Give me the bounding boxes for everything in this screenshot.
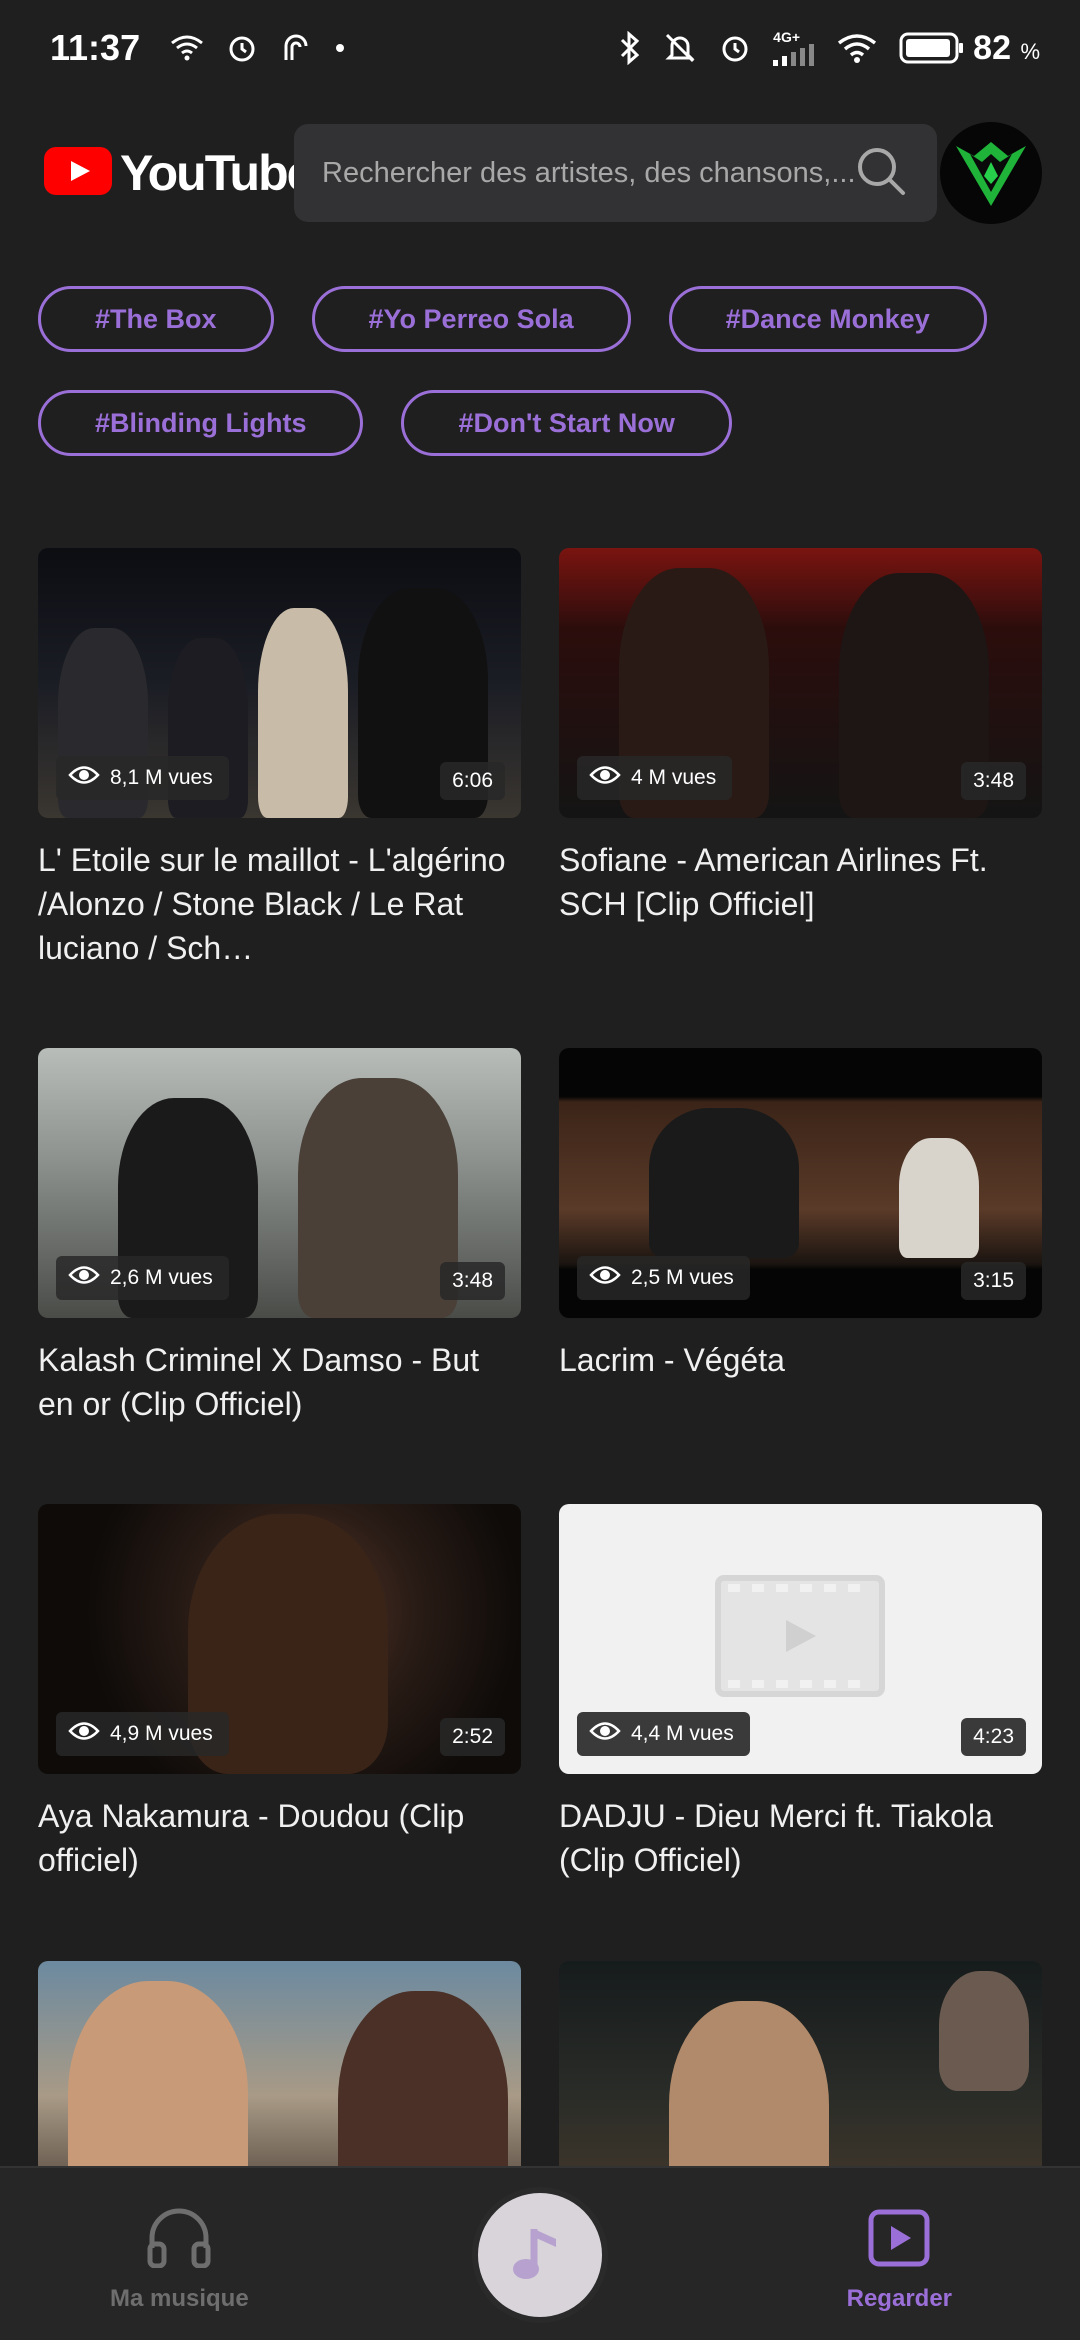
youtube-logo[interactable]: YouTube xyxy=(44,144,314,202)
video-title[interactable]: Sofiane - American Airlines Ft. SCH [Cli… xyxy=(559,838,1042,926)
youtube-wordmark: YouTube xyxy=(120,145,314,201)
avatar-logo-icon xyxy=(956,142,1026,206)
views-badge: 2,6 M vues xyxy=(56,1256,229,1300)
video-title[interactable]: Aya Nakamura - Doudou (Clip officiel) xyxy=(38,1794,521,1882)
network-type: 4G+ xyxy=(773,29,801,45)
views-badge: 2,5 M vues xyxy=(577,1256,750,1300)
views-count: 4,9 M vues xyxy=(110,1722,213,1745)
video-thumbnail[interactable]: 8,1 M vues 6:06 xyxy=(38,548,521,818)
eye-icon xyxy=(589,764,621,792)
nav-watch-label: Regarder xyxy=(846,2285,952,2312)
eye-icon xyxy=(68,1720,100,1748)
video-card[interactable]: 4 M vues 3:48 Sofiane - American Airline… xyxy=(559,548,1042,926)
video-title[interactable]: Lacrim - Végéta xyxy=(559,1338,1042,1382)
video-title[interactable]: DADJU - Dieu Merci ft. Tiakola (Clip Off… xyxy=(559,1794,1042,1882)
avatar[interactable] xyxy=(940,122,1042,224)
battery-percent: 82 xyxy=(973,28,1011,67)
duration-badge: 3:15 xyxy=(961,1262,1026,1300)
wifi-icon xyxy=(170,34,204,62)
video-placeholder-icon xyxy=(714,1574,886,1703)
duration-badge: 4:23 xyxy=(961,1718,1026,1756)
duration-badge: 2:52 xyxy=(440,1718,505,1756)
video-card[interactable]: 4,9 M vues 2:52 Aya Nakamura - Doudou (C… xyxy=(38,1504,521,1882)
nfc-icon xyxy=(280,32,312,64)
status-time: 11:37 xyxy=(50,27,141,68)
views-badge: 4 M vues xyxy=(577,756,733,800)
video-card[interactable]: 8,1 M vues 6:06 L' Etoile sur le maillot… xyxy=(38,548,521,970)
views-count: 8,1 M vues xyxy=(110,766,213,789)
eye-icon xyxy=(68,1264,100,1292)
views-count: 4 M vues xyxy=(631,766,717,789)
search-input[interactable] xyxy=(322,156,853,190)
video-card[interactable]: 4,4 M vues 4:23 DADJU - Dieu Merci ft. T… xyxy=(559,1504,1042,1882)
chip-dont-start-now[interactable]: #Don't Start Now xyxy=(401,390,732,456)
youtube-play-icon xyxy=(44,146,112,200)
dot-icon xyxy=(334,42,346,54)
views-count: 2,5 M vues xyxy=(631,1266,734,1289)
bluetooth-icon xyxy=(619,31,641,65)
video-title[interactable]: Kalash Criminel X Damso - But en or (Cli… xyxy=(38,1338,521,1426)
app-header: YouTube xyxy=(0,118,1080,228)
video-card[interactable]: 2,6 M vues 3:48 Kalash Criminel X Damso … xyxy=(38,1048,521,1426)
video-title[interactable]: L' Etoile sur le maillot - L'algérino /A… xyxy=(38,838,521,970)
video-card[interactable]: 2,5 M vues 3:15 Lacrim - Végéta xyxy=(559,1048,1042,1382)
search-bar[interactable] xyxy=(294,124,937,222)
eye-icon xyxy=(589,1264,621,1292)
eye-icon xyxy=(68,764,100,792)
battery-icon xyxy=(899,32,965,64)
search-icon[interactable] xyxy=(853,143,909,204)
mute-icon xyxy=(663,31,697,65)
duration-badge: 3:48 xyxy=(961,762,1026,800)
views-count: 4,4 M vues xyxy=(631,1722,734,1745)
nav-my-music[interactable]: Ma musique xyxy=(110,2208,249,2313)
alarm-icon xyxy=(226,32,258,64)
duration-badge: 6:06 xyxy=(440,762,505,800)
views-badge: 4,9 M vues xyxy=(56,1712,229,1756)
video-thumbnail[interactable]: 2,6 M vues 3:48 xyxy=(38,1048,521,1318)
views-badge: 8,1 M vues xyxy=(56,756,229,800)
headphones-icon xyxy=(146,2208,212,2275)
eye-icon xyxy=(589,1720,621,1748)
chip-the-box[interactable]: #The Box xyxy=(38,286,274,352)
chip-blinding-lights[interactable]: #Blinding Lights xyxy=(38,390,364,456)
alarm-icon xyxy=(719,32,751,64)
video-thumbnail[interactable]: 4,9 M vues 2:52 xyxy=(38,1504,521,1774)
duration-badge: 3:48 xyxy=(440,1262,505,1300)
battery-unit: % xyxy=(1020,38,1040,64)
battery-indicator: 82 % xyxy=(899,29,1040,68)
nav-watch[interactable]: Regarder xyxy=(847,2208,952,2313)
music-player-button[interactable] xyxy=(472,2187,608,2323)
hashtag-chips: #The Box #Yo Perreo Sola #Dance Monkey #… xyxy=(38,286,1048,456)
status-bar: 11:37 4G+ 82 % xyxy=(0,0,1080,96)
views-count: 2,6 M vues xyxy=(110,1266,213,1289)
music-note-icon xyxy=(512,2221,568,2290)
chip-dance-monkey[interactable]: #Dance Monkey xyxy=(668,286,987,352)
video-thumbnail[interactable]: 4 M vues 3:48 xyxy=(559,548,1042,818)
signal-icon: 4G+ xyxy=(773,30,815,66)
views-badge: 4,4 M vues xyxy=(577,1712,750,1756)
video-thumbnail[interactable]: 4,4 M vues 4:23 xyxy=(559,1504,1042,1774)
wifi-icon xyxy=(837,33,877,63)
play-square-icon xyxy=(867,2208,931,2275)
nav-my-music-label: Ma musique xyxy=(110,2285,249,2312)
chip-yo-perreo-sola[interactable]: #Yo Perreo Sola xyxy=(311,286,631,352)
video-thumbnail[interactable]: 2,5 M vues 3:15 xyxy=(559,1048,1042,1318)
